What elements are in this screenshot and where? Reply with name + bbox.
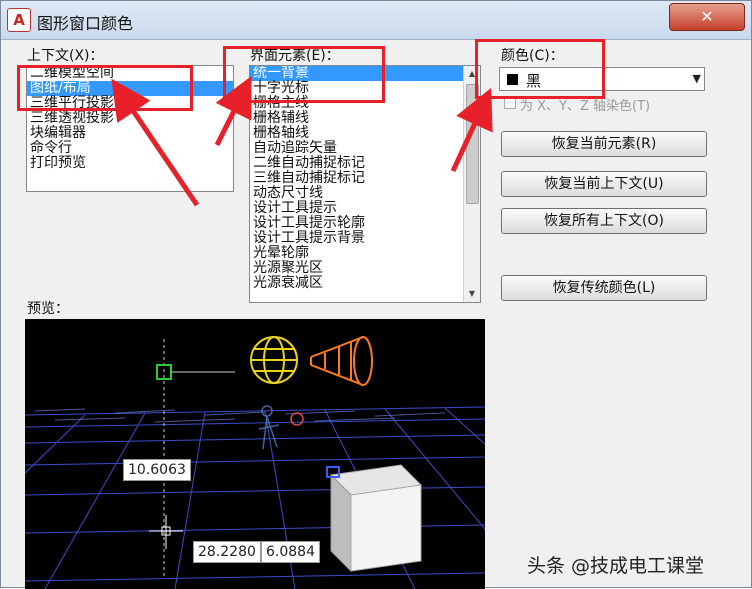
annotation-arrows <box>111 76 493 207</box>
arrow-to-color <box>450 87 493 173</box>
arrow-to-context <box>111 78 200 207</box>
arrow-to-elements <box>214 76 252 147</box>
watermark-text: 头条 @技成电工课堂 <box>527 555 705 577</box>
dialog-window: A 图形窗口颜色 ✕ 上下文(X)： 二维模型空间 图纸/布局 三维平行投影 三维透视… <box>0 0 752 589</box>
